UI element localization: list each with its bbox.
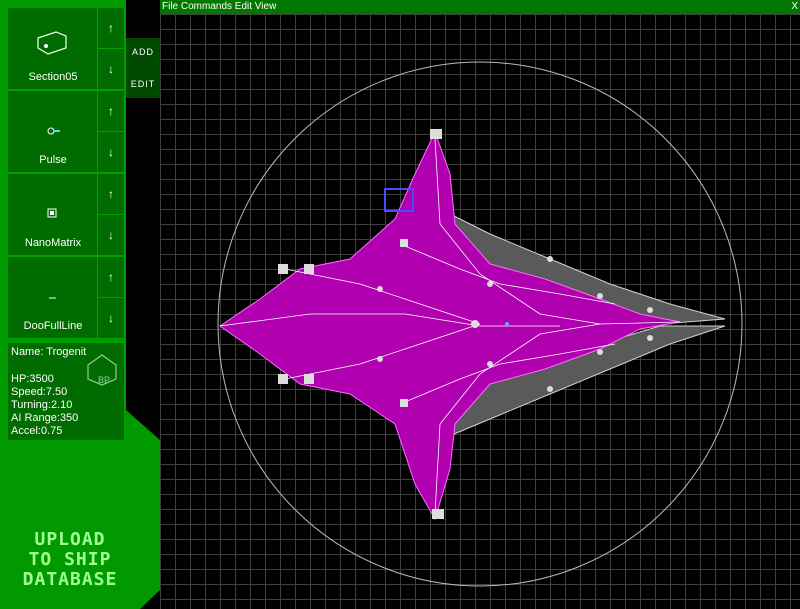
purple-hull (219, 130, 681, 521)
ship-badge-icon: BP (87, 354, 117, 386)
part-label: NanoMatrix (24, 237, 82, 249)
move-up-button[interactable]: ↑ (98, 257, 124, 298)
nanomatrix-icon (47, 208, 57, 218)
close-button[interactable]: X (791, 0, 798, 14)
ship-stats-panel: Name: Trogenit BP HP:3500 Speed:7.50 Tur… (7, 342, 125, 441)
move-down-button[interactable]: ↓ (98, 215, 124, 255)
move-down-button[interactable]: ↓ (98, 298, 124, 338)
tab-add[interactable]: ADD (126, 40, 160, 64)
upload-to-database-button[interactable]: UPLOAD TO SHIP DATABASE (10, 530, 130, 590)
stat-hp: HP:3500 (11, 373, 54, 385)
part-slot-pulse[interactable]: Pulse ↑ ↓ (7, 90, 125, 173)
part-label: Pulse (39, 154, 67, 166)
move-up-button[interactable]: ↑ (98, 91, 124, 132)
upload-line: DATABASE (22, 569, 118, 590)
pulse-weapon-icon (47, 127, 60, 135)
stat-turning: Turning:2.10 (11, 399, 73, 411)
ship-blueprint (217, 61, 743, 587)
part-slot-section05[interactable]: Section05 ↑ ↓ (7, 7, 125, 90)
center-marker (505, 322, 509, 326)
part-slot-nanomatrix[interactable]: NanoMatrix ↑ ↓ (7, 173, 125, 256)
stat-accel: Accel:0.75 (11, 425, 63, 437)
editor-canvas[interactable] (160, 14, 800, 609)
upload-line: TO SHIP (28, 549, 112, 570)
hull-section-icon (37, 31, 67, 55)
move-down-button[interactable]: ↓ (98, 49, 124, 89)
ship-name: Name: Trogenit (11, 346, 87, 358)
part-label: DooFullLine (23, 320, 83, 332)
part-slot-doofullline[interactable]: DooFullLine ↑ ↓ (7, 256, 125, 339)
ship-badge-label: BP (98, 375, 110, 385)
move-up-button[interactable]: ↑ (98, 8, 124, 49)
menu-label[interactable]: File Commands Edit View (162, 1, 276, 12)
move-down-button[interactable]: ↓ (98, 132, 124, 172)
menu-bar: File Commands Edit View X (160, 0, 800, 14)
stat-speed: Speed:7.50 (11, 386, 68, 398)
stat-ai-range: AI Range:350 (11, 412, 79, 424)
move-up-button[interactable]: ↑ (98, 174, 124, 215)
upload-line: UPLOAD (34, 529, 106, 550)
line-icon (49, 297, 56, 299)
part-sidebar: ADD EDIT Section05 ↑ ↓ Pulse ↑ ↓ NanoMat… (0, 0, 160, 609)
tab-edit[interactable]: EDIT (126, 72, 160, 96)
part-label: Section05 (28, 71, 78, 83)
